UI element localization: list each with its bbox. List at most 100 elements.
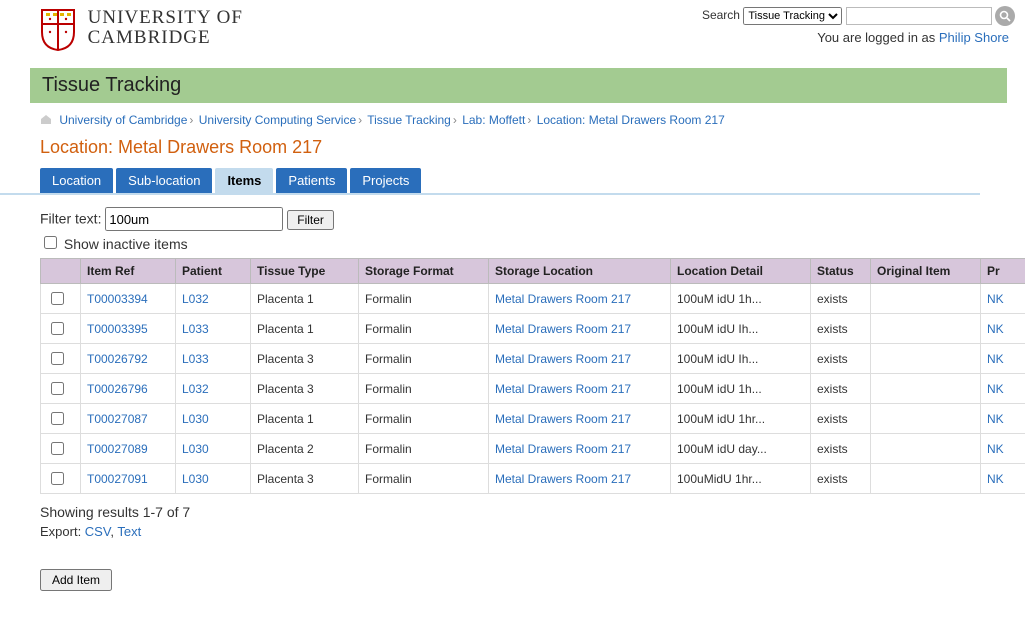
- row-checkbox[interactable]: [51, 352, 64, 365]
- show-inactive-row: Show inactive items: [0, 233, 1025, 258]
- patient-link[interactable]: L032: [182, 382, 209, 396]
- breadcrumb-link[interactable]: Location: Metal Drawers Room 217: [537, 113, 725, 127]
- project-link[interactable]: NK: [987, 292, 1004, 306]
- item-ref-link[interactable]: T00026792: [87, 352, 148, 366]
- patient-link[interactable]: L032: [182, 292, 209, 306]
- row-checkbox[interactable]: [51, 472, 64, 485]
- column-header[interactable]: Status: [811, 259, 871, 284]
- show-inactive-checkbox[interactable]: [44, 236, 57, 249]
- table-row: T00027091L030Placenta 3FormalinMetal Dra…: [41, 464, 1025, 494]
- project-link[interactable]: NK: [987, 352, 1004, 366]
- login-user-link[interactable]: Philip Shore: [939, 30, 1009, 45]
- patient-link[interactable]: L033: [182, 322, 209, 336]
- patient-link[interactable]: L033: [182, 352, 209, 366]
- filter-text-input[interactable]: [105, 207, 283, 231]
- search-input[interactable]: [846, 7, 992, 25]
- storage-format: Formalin: [359, 344, 489, 374]
- item-ref-link[interactable]: T00026796: [87, 382, 148, 396]
- patient-link[interactable]: L030: [182, 442, 209, 456]
- storage-location-link[interactable]: Metal Drawers Room 217: [495, 412, 631, 426]
- row-checkbox[interactable]: [51, 292, 64, 305]
- column-header[interactable]: Location Detail: [671, 259, 811, 284]
- tab-bar: LocationSub-locationItemsPatientsProject…: [0, 168, 980, 195]
- tissue-type: Placenta 1: [251, 404, 359, 434]
- table-row: T00026796L032Placenta 3FormalinMetal Dra…: [41, 374, 1025, 404]
- row-checkbox[interactable]: [51, 382, 64, 395]
- row-checkbox[interactable]: [51, 412, 64, 425]
- location-detail: 100uM idU day...: [671, 434, 811, 464]
- row-checkbox[interactable]: [51, 322, 64, 335]
- item-ref-link[interactable]: T00027091: [87, 472, 148, 486]
- status: exists: [811, 314, 871, 344]
- tissue-type: Placenta 3: [251, 344, 359, 374]
- storage-location-link[interactable]: Metal Drawers Room 217: [495, 292, 631, 306]
- item-ref-link[interactable]: T00027087: [87, 412, 148, 426]
- item-ref-link[interactable]: T00027089: [87, 442, 148, 456]
- storage-location-link[interactable]: Metal Drawers Room 217: [495, 442, 631, 456]
- original-item: [871, 464, 981, 494]
- location-detail: 100uM idU 1hr...: [671, 404, 811, 434]
- location-detail: 100uMidU 1hr...: [671, 464, 811, 494]
- column-header[interactable]: Tissue Type: [251, 259, 359, 284]
- project-link[interactable]: NK: [987, 322, 1004, 336]
- original-item: [871, 404, 981, 434]
- filter-button[interactable]: Filter: [287, 210, 334, 230]
- search-label: Search: [702, 8, 740, 22]
- storage-location-link[interactable]: Metal Drawers Room 217: [495, 352, 631, 366]
- storage-format: Formalin: [359, 374, 489, 404]
- row-checkbox[interactable]: [51, 442, 64, 455]
- table-row: T00027089L030Placenta 2FormalinMetal Dra…: [41, 434, 1025, 464]
- storage-location-link[interactable]: Metal Drawers Room 217: [495, 472, 631, 486]
- project-link[interactable]: NK: [987, 472, 1004, 486]
- export-line: Export: CSV, Text: [0, 520, 1025, 539]
- breadcrumb-link[interactable]: University of Cambridge: [59, 113, 187, 127]
- tab-sub-location[interactable]: Sub-location: [116, 168, 212, 193]
- table-row: T00026792 L033 Placenta 3Formalin Metal Dra…: [41, 344, 1025, 374]
- tab-items[interactable]: Items: [215, 168, 273, 193]
- location-detail: 100uM idU 1h...: [671, 284, 811, 314]
- status: exists: [811, 344, 871, 374]
- column-header[interactable]: Patient: [176, 259, 251, 284]
- add-item-button[interactable]: Add Item: [40, 569, 112, 591]
- column-header[interactable]: Storage Format: [359, 259, 489, 284]
- breadcrumb-link[interactable]: Lab: Moffett: [462, 113, 525, 127]
- status: exists: [811, 464, 871, 494]
- show-inactive-label: Show inactive items: [64, 236, 188, 252]
- select-all-header: [41, 259, 81, 284]
- export-text-link[interactable]: Text: [117, 524, 141, 539]
- storage-location-link[interactable]: Metal Drawers Room 217: [495, 322, 631, 336]
- storage-location-link[interactable]: Metal Drawers Room 217: [495, 382, 631, 396]
- search-scope-select[interactable]: Tissue Tracking: [743, 7, 842, 25]
- column-header[interactable]: Pr: [981, 259, 1025, 284]
- project-link[interactable]: NK: [987, 382, 1004, 396]
- storage-format: Formalin: [359, 464, 489, 494]
- search-button[interactable]: [995, 6, 1015, 26]
- patient-link[interactable]: L030: [182, 412, 209, 426]
- breadcrumb-link[interactable]: Tissue Tracking: [367, 113, 451, 127]
- project-link[interactable]: NK: [987, 442, 1004, 456]
- project-link[interactable]: NK: [987, 412, 1004, 426]
- patient-link[interactable]: L030: [182, 472, 209, 486]
- tab-location[interactable]: Location: [40, 168, 113, 193]
- storage-format: Formalin: [359, 434, 489, 464]
- tab-projects[interactable]: Projects: [350, 168, 421, 193]
- breadcrumb-link[interactable]: University Computing Service: [199, 113, 356, 127]
- filter-label: Filter text:: [40, 211, 101, 227]
- item-ref-link[interactable]: T00003394: [87, 292, 148, 306]
- shield-icon: [40, 8, 76, 55]
- export-csv-link[interactable]: CSV: [85, 524, 111, 539]
- table-row: T00027087L030Placenta 1FormalinMetal Dra…: [41, 404, 1025, 434]
- column-header[interactable]: Storage Location: [489, 259, 671, 284]
- location-detail: 100uM idU Ih...: [671, 344, 811, 374]
- column-header[interactable]: Original Item: [871, 259, 981, 284]
- status: exists: [811, 404, 871, 434]
- storage-format: Formalin: [359, 314, 489, 344]
- original-item: [871, 314, 981, 344]
- column-header[interactable]: Item Ref: [81, 259, 176, 284]
- tab-patients[interactable]: Patients: [276, 168, 347, 193]
- storage-format: Formalin: [359, 284, 489, 314]
- item-ref-link[interactable]: T00003395: [87, 322, 148, 336]
- original-item: [871, 344, 981, 374]
- location-detail: 100uM idU Ih...: [671, 314, 811, 344]
- original-item: [871, 374, 981, 404]
